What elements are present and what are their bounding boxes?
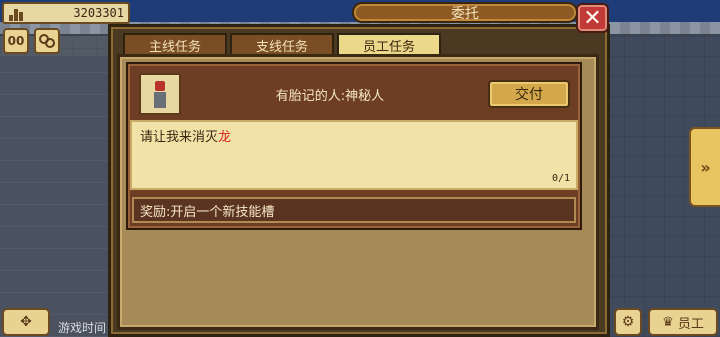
gear-icon: ⚙ [621,314,635,330]
speed-button[interactable] [34,28,60,54]
quest-request-target: 龙 [218,130,232,145]
quest-request-text: 请让我来消灭龙 [140,126,231,145]
staff-button-label: 员工 [677,316,704,332]
quest-tabs: 主线任务 支线任务 员工任务 [123,33,441,55]
bar-chart-icon [8,5,26,21]
npc-figure-icon [154,80,166,108]
close-button[interactable]: ✕ [576,3,609,33]
money-value: 3203301 [73,6,124,20]
settings-button[interactable]: ⚙ [614,308,642,336]
npc-portrait [139,73,181,115]
close-icon: ✕ [583,5,602,31]
pause-icon: 00 [7,34,25,48]
tab-staff-quest[interactable]: 员工任务 [337,33,441,55]
expand-side-button[interactable]: » [689,127,720,207]
submit-button[interactable]: 交付 [488,80,570,108]
move-icon: ✥ [20,314,32,330]
move-camera-button[interactable]: ✥ [2,308,50,336]
scene-left-floor [0,56,110,337]
dialog-title: 委托 [352,2,578,23]
tab-side-quest[interactable]: 支线任务 [230,33,334,55]
fast-forward-icon: » [700,157,711,177]
quest-reward: 奖励:开启一个新技能槽 [132,197,576,223]
tab-main-quest[interactable]: 主线任务 [123,33,227,55]
coins-icon [39,34,55,48]
quest-request-prefix: 请让我来消灭 [140,130,219,145]
staff-icon: ♛ [662,314,674,330]
quest-progress: 0/1 [551,173,570,184]
pause-button[interactable]: 00 [3,28,29,54]
game-time-label: 游戏时间 [58,321,107,335]
quest-request-box: 请让我来消灭龙 0/1 [130,120,578,190]
money-display: 3203301 [2,2,130,24]
npc-name: 有胎记的人:神秘人 [275,89,385,104]
staff-button[interactable]: ♛ 员工 [648,308,718,336]
